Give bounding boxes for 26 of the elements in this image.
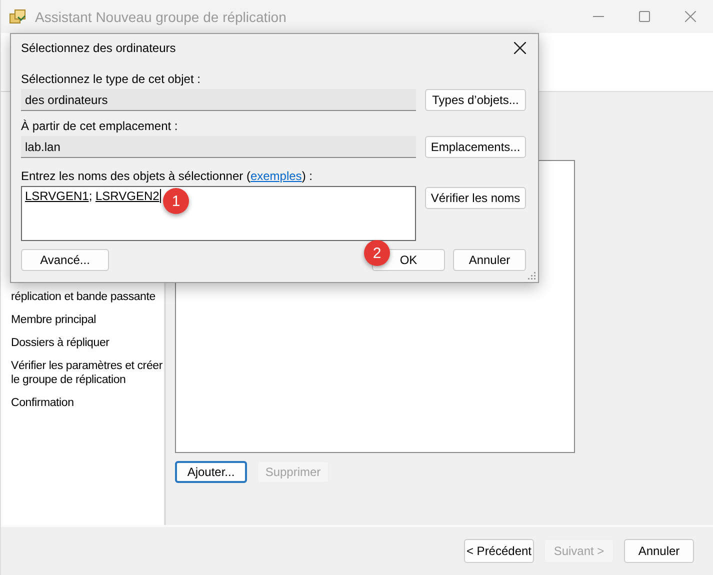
step-label: réplication et bande passante — [11, 290, 156, 304]
locations-button[interactable]: Emplacements... — [425, 136, 526, 158]
location-field: lab.lan — [21, 136, 416, 158]
step-label: Confirmation — [11, 396, 75, 410]
advanced-button[interactable]: Avancé... — [21, 249, 109, 271]
step-label: Vérifier les paramètres et créer le groupe de réplication — [11, 359, 164, 387]
back-button[interactable]: < Précédent — [464, 539, 534, 563]
location-label: À partir de cet emplacement : — [21, 119, 179, 133]
maximize-icon[interactable] — [638, 11, 650, 22]
step-label: Membre principal — [11, 313, 97, 327]
add-button[interactable]: Ajouter... — [175, 461, 247, 483]
window-title: Assistant Nouveau groupe de réplication — [35, 8, 288, 24]
object-type-field: des ordinateurs — [21, 89, 416, 111]
step-label: Dossiers à répliquer — [11, 336, 110, 350]
check-names-button[interactable]: Vérifier les noms — [425, 187, 526, 209]
close-icon[interactable] — [514, 42, 526, 54]
resize-grip-icon[interactable] — [527, 271, 536, 280]
dialog-title: Sélectionnez des ordinateurs — [21, 41, 176, 55]
object-types-button[interactable]: Types d’objets... — [425, 89, 526, 111]
object-names-label: Entrez les noms des objets à sélectionner (exemples) : — [21, 169, 314, 183]
object-type-label: Sélectionnez le type de cet objet : — [21, 72, 202, 86]
wizard-app-icon — [9, 8, 27, 24]
minimize-icon[interactable] — [592, 16, 604, 17]
cancel-button[interactable]: Annuler — [624, 539, 694, 563]
cancel-button[interactable]: Annuler — [453, 249, 526, 271]
examples-link[interactable]: exemples — [250, 169, 302, 183]
